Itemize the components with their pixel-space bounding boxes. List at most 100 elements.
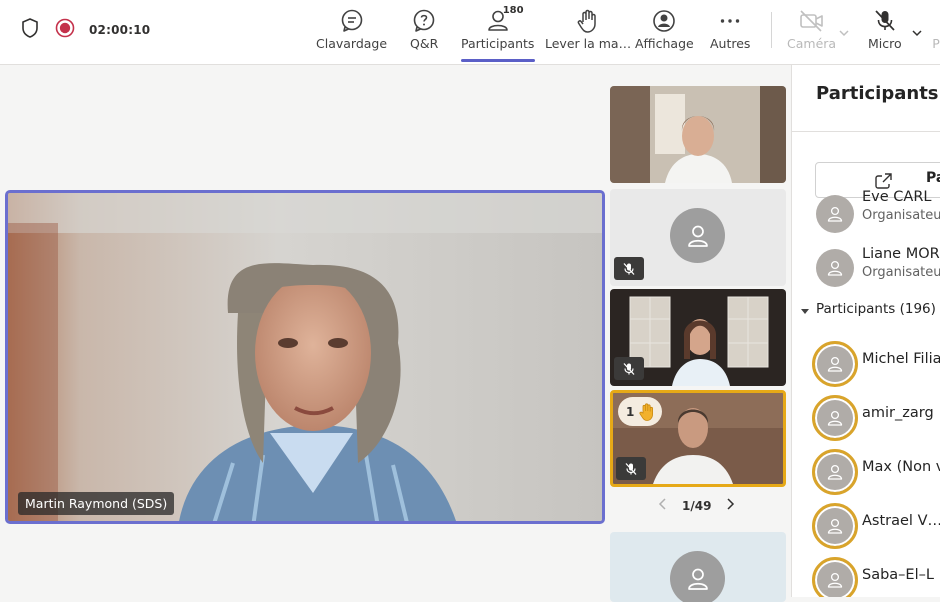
avatar <box>812 341 858 387</box>
raised-hand-order: 1 <box>626 404 635 419</box>
avatar <box>812 449 858 495</box>
avatar <box>812 395 858 441</box>
more-button[interactable]: Autres <box>710 8 750 51</box>
meeting-toolbar: 02:00:10 Clavardage Q&R 180 Participants… <box>0 0 940 65</box>
speaker-video-frame <box>8 193 602 521</box>
share-screen-button[interactable]: P <box>932 8 940 51</box>
muted-badge <box>614 357 644 380</box>
participant-video <box>610 86 786 183</box>
participants-button-label: Participants <box>461 36 535 51</box>
participant-name: amir_zarg <box>862 405 934 421</box>
more-icon <box>717 8 743 34</box>
view-button-label: Affichage <box>635 36 694 51</box>
mic-options-chevron-icon[interactable] <box>911 24 923 43</box>
list-item[interactable]: Michel Filia <box>812 341 940 391</box>
person-icon <box>827 464 843 480</box>
video-tile[interactable] <box>610 532 786 602</box>
participant-role: Organisateu <box>862 265 940 280</box>
video-tile-hand-raised[interactable]: 1 <box>610 390 786 487</box>
mic-button-label: Micro <box>868 36 902 51</box>
meeting-status: 02:00:10 <box>20 17 150 43</box>
raise-hand-icon <box>639 402 654 421</box>
list-item[interactable]: Astrael V… <box>812 503 940 553</box>
participant-name: Liane MOR <box>862 246 940 262</box>
mic-button[interactable]: Micro <box>868 8 902 51</box>
person-icon <box>827 410 843 426</box>
active-tab-indicator <box>461 59 535 62</box>
shield-icon[interactable] <box>20 17 40 43</box>
participant-name: Michel Filia <box>862 351 940 367</box>
video-tile[interactable] <box>610 189 786 286</box>
qna-button-label: Q&R <box>410 36 439 51</box>
list-item[interactable]: Eve CARL Organisateu <box>816 189 940 241</box>
qna-button[interactable]: Q&R <box>410 8 438 51</box>
share-invite-label: Parta <box>926 170 940 186</box>
list-item[interactable]: amir_zarg <box>812 395 940 445</box>
participant-name: Eve CARL <box>862 189 932 205</box>
recording-icon <box>55 18 75 42</box>
video-tile[interactable] <box>610 86 786 183</box>
muted-badge <box>614 257 644 280</box>
camera-off-icon <box>798 8 826 34</box>
list-item[interactable]: Max (Non v <box>812 449 940 499</box>
share-icon <box>875 173 892 189</box>
participant-role: Organisateu <box>862 208 940 223</box>
avatar <box>670 551 725 602</box>
more-button-label: Autres <box>710 36 751 51</box>
chat-button[interactable]: Clavardage <box>316 8 387 51</box>
mic-off-icon <box>625 462 637 475</box>
view-icon <box>651 8 677 34</box>
raise-hand-button-label: Lever la ma… <box>545 36 632 51</box>
meeting-timer: 02:00:10 <box>89 23 151 37</box>
participants-panel: Participants Parta Eve CARL Organisateu … <box>791 65 940 597</box>
participant-name: Max (Non v <box>862 459 940 475</box>
raise-hand-button[interactable]: Lever la ma… <box>545 8 631 51</box>
section-label: Participants (196) <box>816 301 936 317</box>
share-icon <box>932 8 940 34</box>
chat-button-label: Clavardage <box>316 36 388 51</box>
person-icon <box>827 356 843 372</box>
participant-name: Saba–El–L <box>862 567 934 583</box>
participant-count-badge: 180 <box>502 5 524 16</box>
list-item[interactable]: Liane MOR Organisateu <box>816 246 940 295</box>
page-indicator: 1/49 <box>682 498 712 513</box>
participant-name: Astrael V… <box>862 513 940 529</box>
person-icon <box>687 225 708 247</box>
gallery-pager: 1/49 <box>656 497 737 514</box>
raised-hand-badge: 1 <box>618 397 662 426</box>
person-icon <box>827 206 843 222</box>
people-icon: 180 <box>485 5 524 34</box>
camera-button[interactable]: Caméra <box>787 8 836 51</box>
person-icon <box>827 260 843 276</box>
attendees-section-header[interactable]: Participants (196) <box>800 301 936 317</box>
mic-off-icon <box>872 8 898 34</box>
chat-icon <box>339 8 365 34</box>
avatar <box>816 195 854 233</box>
avatar <box>812 503 858 549</box>
avatar <box>816 249 854 287</box>
caret-down-icon <box>801 308 809 314</box>
list-item[interactable]: Saba–El–L <box>812 557 940 597</box>
mic-off-icon <box>623 262 635 275</box>
person-icon <box>827 572 843 588</box>
view-button[interactable]: Affichage <box>635 8 694 51</box>
raise-hand-icon <box>575 8 601 34</box>
participants-button[interactable]: 180 Participants <box>461 5 535 51</box>
camera-button-label: Caméra <box>787 36 837 51</box>
toolbar-separator <box>771 12 772 48</box>
person-icon <box>827 518 843 534</box>
avatar <box>670 208 725 263</box>
panel-divider <box>792 131 940 132</box>
mic-off-icon <box>623 362 635 375</box>
video-tile[interactable] <box>610 289 786 386</box>
panel-title: Participants <box>816 83 939 104</box>
person-icon <box>687 568 708 590</box>
qna-icon <box>411 8 437 34</box>
share-screen-button-label: P <box>932 36 940 51</box>
camera-options-chevron-icon[interactable] <box>838 24 850 43</box>
speaker-name-tag: Martin Raymond (SDS) <box>18 492 175 515</box>
muted-badge <box>616 457 646 480</box>
main-speaker-video[interactable]: Martin Raymond (SDS) <box>5 190 605 524</box>
next-page-chevron-icon[interactable] <box>723 497 737 514</box>
prev-page-chevron-icon[interactable] <box>656 497 670 514</box>
